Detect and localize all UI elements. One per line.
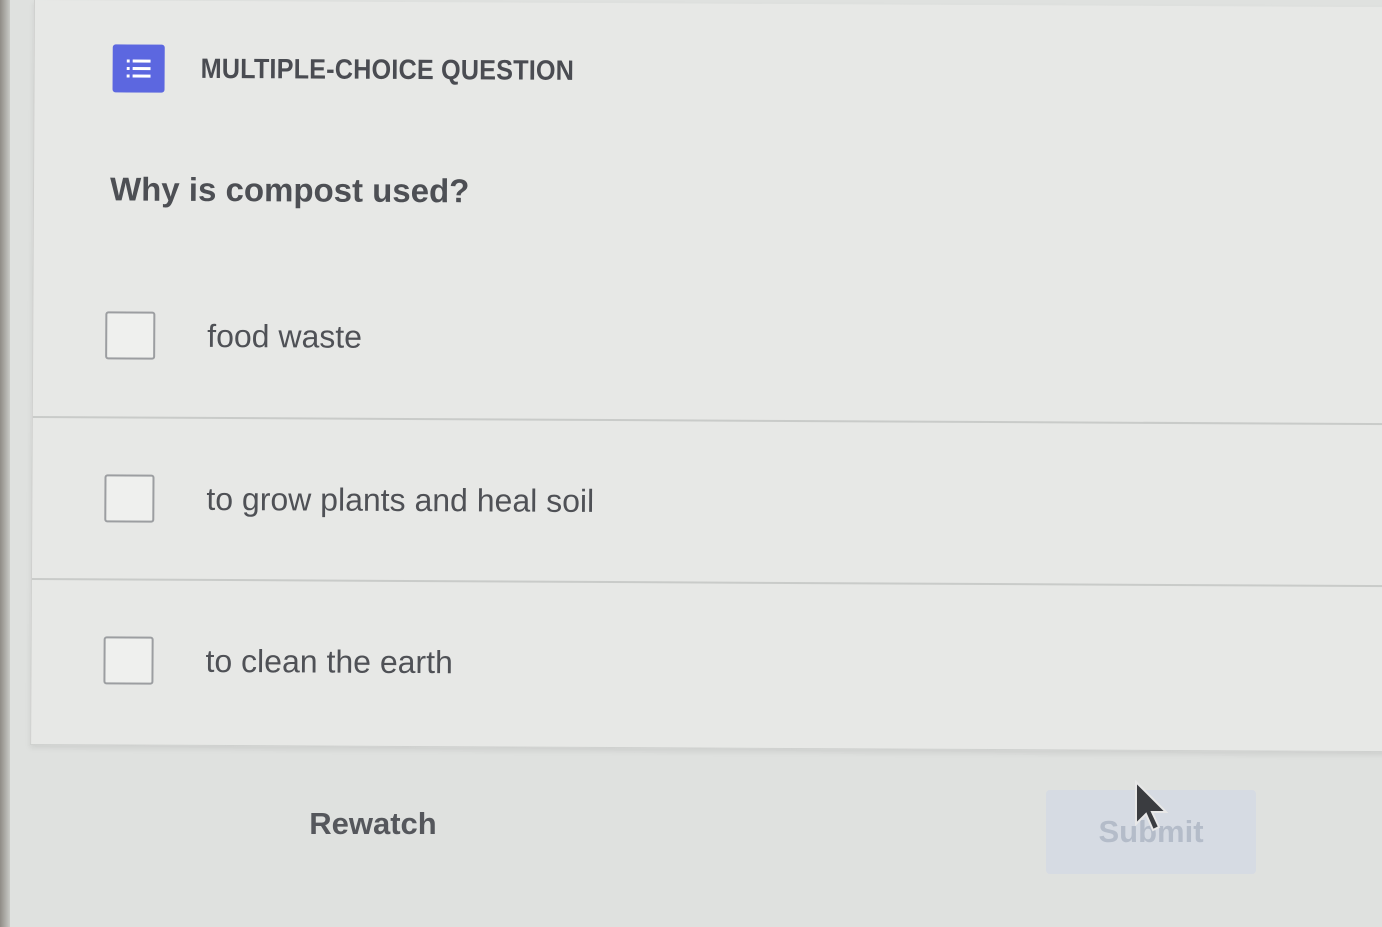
answer-option[interactable]: food waste bbox=[33, 260, 1382, 417]
answer-checkbox[interactable] bbox=[103, 636, 154, 685]
rewatch-button[interactable]: Rewatch bbox=[278, 794, 468, 854]
question-header: MULTIPLE-CHOICE QUESTION bbox=[112, 44, 616, 95]
question-card: MULTIPLE-CHOICE QUESTION Why is compost … bbox=[30, 0, 1382, 753]
answer-label: to grow plants and heal soil bbox=[206, 480, 595, 519]
arrow-pointer-icon bbox=[1132, 779, 1172, 836]
answer-option[interactable]: to clean the earth bbox=[31, 585, 1382, 742]
question-type-label: MULTIPLE-CHOICE QUESTION bbox=[200, 52, 575, 86]
answer-checkbox[interactable] bbox=[104, 474, 155, 523]
answer-label: food waste bbox=[207, 317, 363, 355]
answer-label: to clean the earth bbox=[205, 642, 453, 680]
question-text: Why is compost used? bbox=[109, 170, 470, 210]
list-icon bbox=[112, 44, 165, 93]
answer-option[interactable]: to grow plants and heal soil bbox=[32, 423, 1382, 580]
screen-edge bbox=[0, 0, 10, 927]
answer-checkbox[interactable] bbox=[105, 311, 156, 360]
